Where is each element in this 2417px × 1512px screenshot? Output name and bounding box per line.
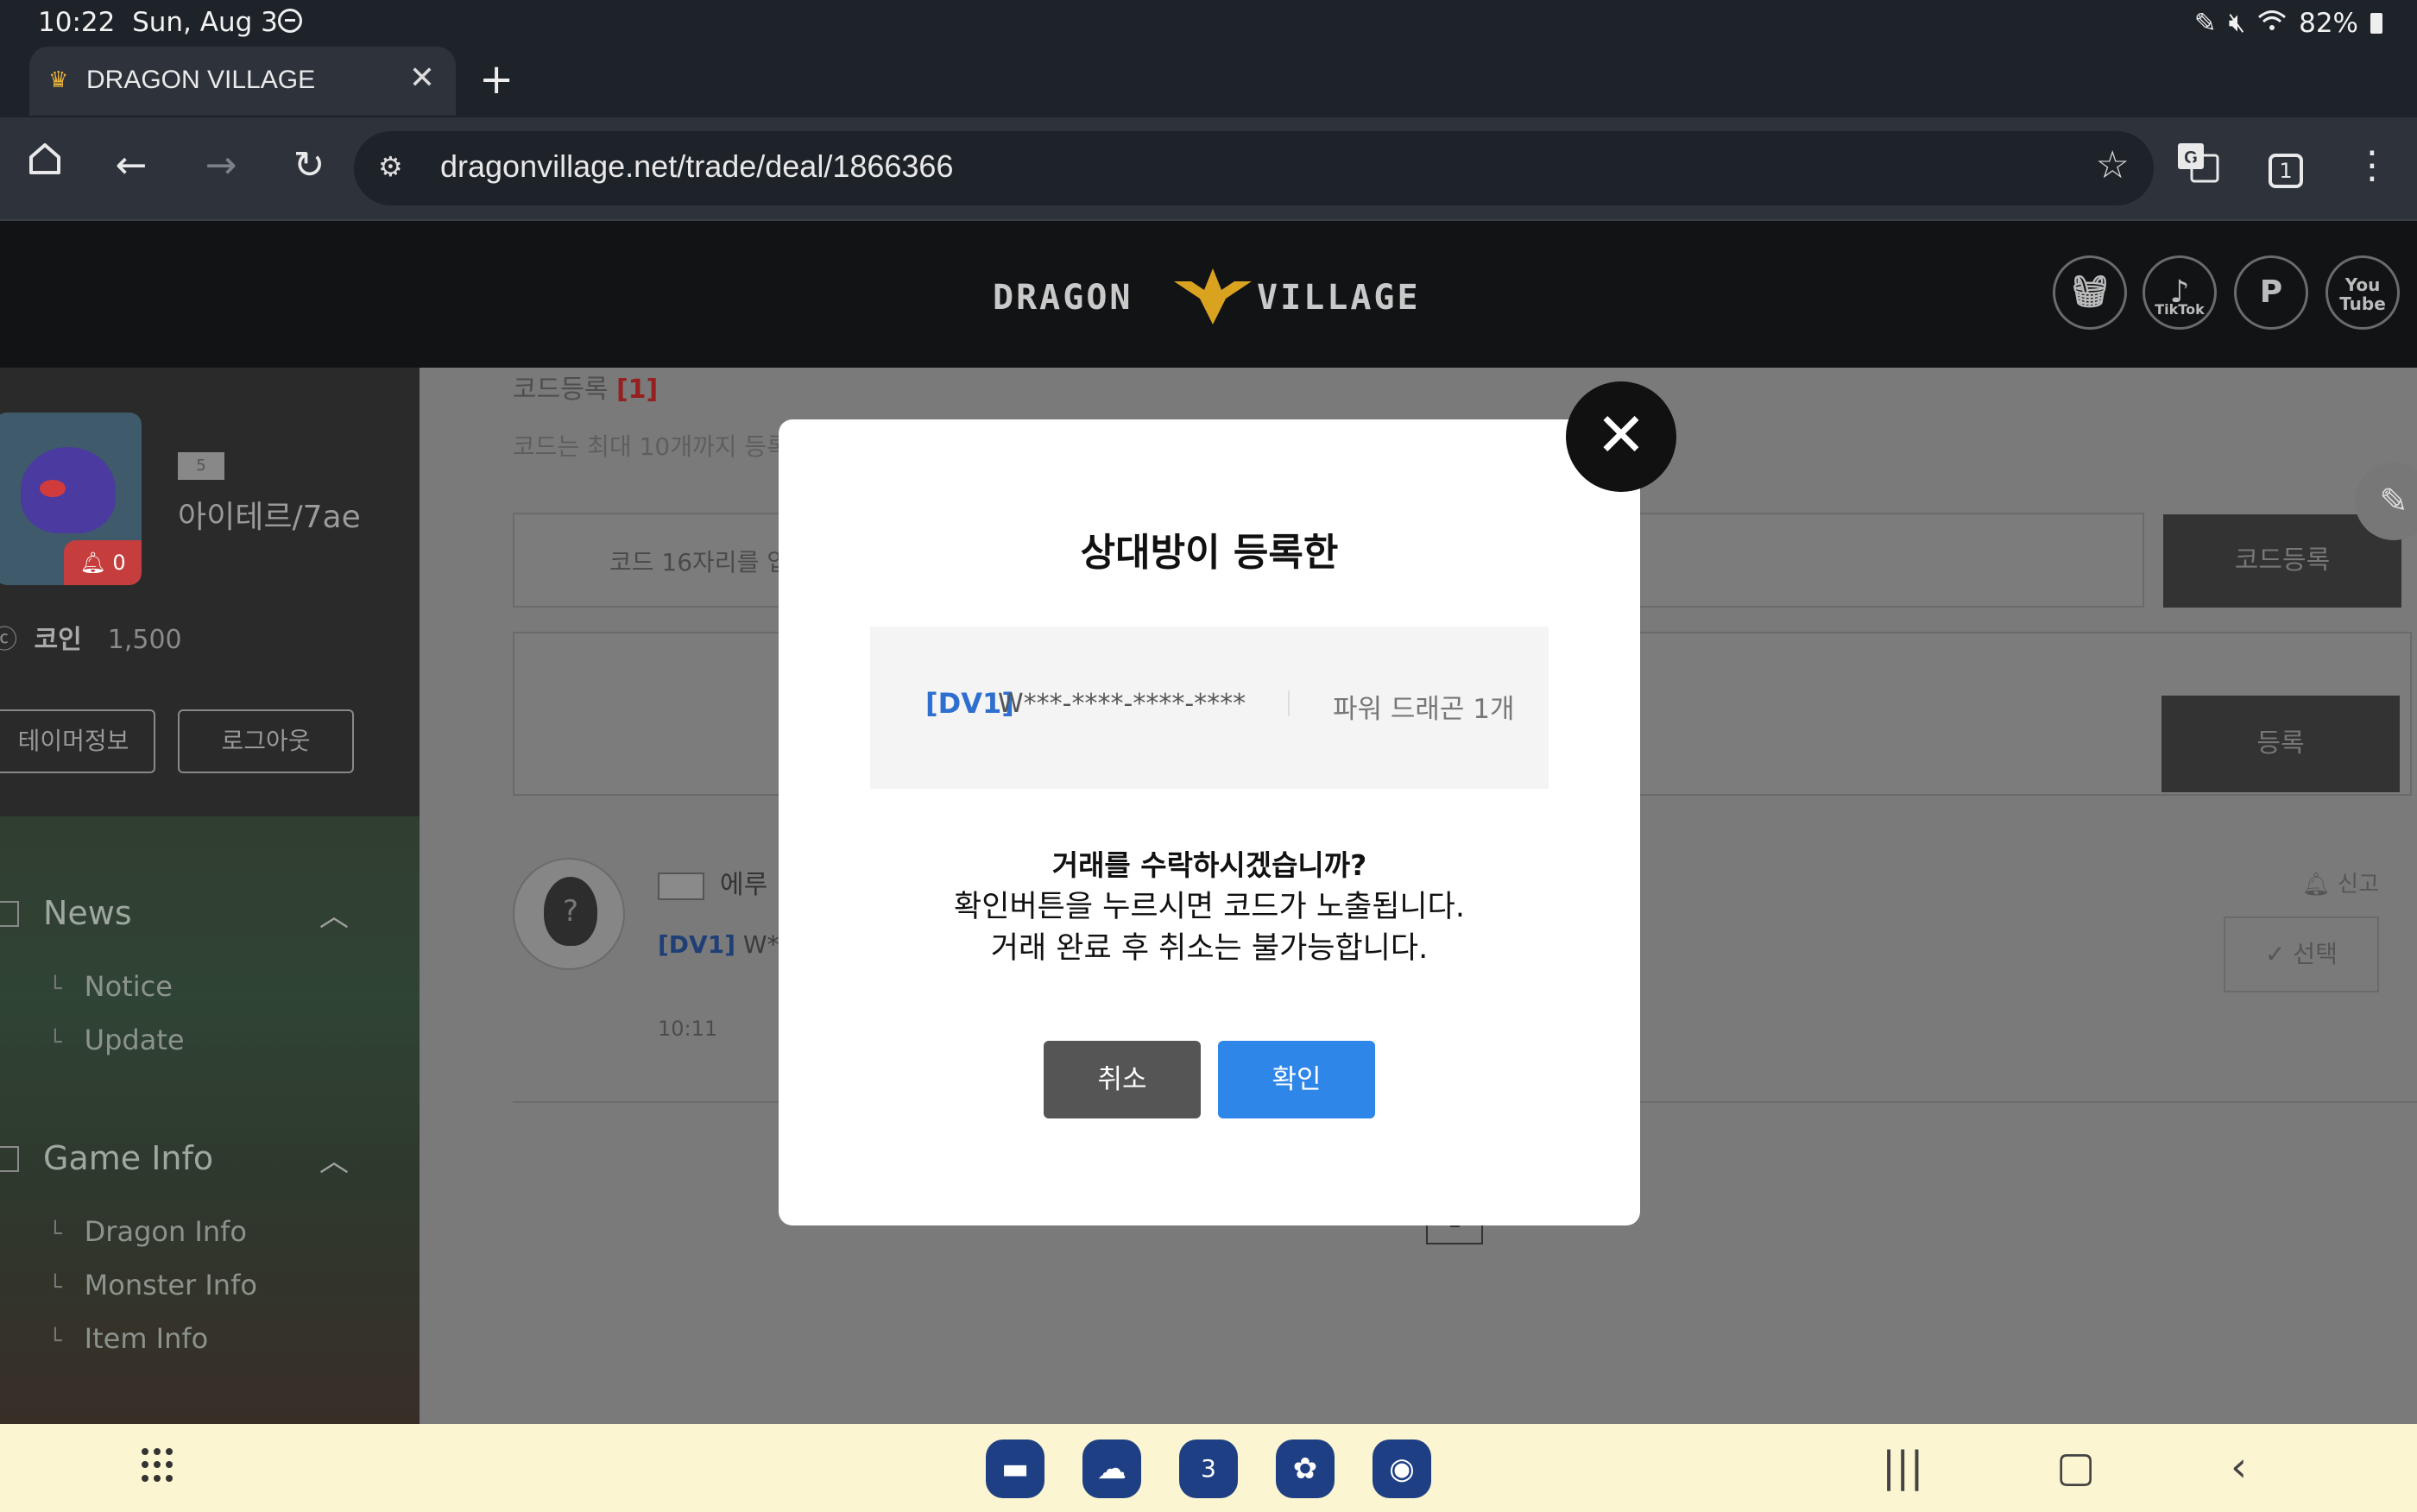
sidebar-item-update[interactable]: └ Update	[48, 1024, 185, 1056]
tab-close-icon[interactable]: ✕	[409, 60, 435, 96]
files-app-icon[interactable]: ▬	[986, 1440, 1044, 1498]
registered-code-box: [DV1] W***-****-****-**** 파워 드래곤 1개	[870, 627, 1549, 789]
page-description: 코드는 최대 10개까지 등록	[513, 432, 789, 461]
browser-tab[interactable]: ♛ DRAGON VILLAGE ✕	[29, 47, 456, 116]
coin-balance: ⓒ 코인 1,500	[0, 618, 182, 656]
dialog-question: 거래를 수락하시겠습니까?	[1051, 848, 1367, 882]
separator	[1288, 690, 1290, 716]
notification-bell-icon[interactable]: 🔔︎ 0	[64, 540, 142, 585]
home-icon[interactable]	[19, 140, 71, 192]
dragon-village-logo[interactable]: DRAGON VILLAGE	[993, 264, 1424, 333]
sidebar: 🔔︎ 0 5 아이테르/7ae ⓒ 코인 1,500 테이머정보 로그아웃 New…	[0, 368, 420, 1424]
battery-icon	[2370, 12, 2382, 34]
close-icon[interactable]: ✕	[1566, 381, 1676, 492]
android-taskbar: ▬ ☁ 3 ✿ ◉ ||| ▢ ‹	[0, 1424, 2417, 1512]
entry-time: 10:11	[658, 1017, 718, 1041]
coin-icon: ⓒ	[0, 625, 17, 655]
select-button[interactable]: ✓ 선택	[2224, 917, 2379, 992]
recents-icon[interactable]: |||	[1882, 1443, 1924, 1491]
report-link[interactable]: 🔔︎ 신고	[2302, 866, 2379, 898]
reload-icon[interactable]: ↻	[283, 140, 335, 192]
entry-avatar: ?	[513, 858, 625, 970]
check-icon: ✓	[2265, 940, 2286, 968]
wifi-icon	[2257, 8, 2287, 39]
app-drawer-icon[interactable]	[142, 1448, 176, 1483]
sidebar-item-item-info[interactable]: └ Item Info	[48, 1322, 208, 1355]
sidebar-item-monster-info[interactable]: └ Monster Info	[48, 1269, 257, 1301]
list-icon	[0, 1146, 19, 1172]
back-icon[interactable]: ←	[105, 140, 157, 192]
confirm-button[interactable]: 확인	[1218, 1041, 1375, 1118]
p-icon[interactable]: P	[2234, 255, 2308, 330]
logo-wing-icon	[1174, 268, 1252, 324]
tab-switcher-icon[interactable]: 1	[2260, 140, 2312, 192]
site-settings-icon[interactable]: ⚙	[378, 150, 413, 185]
url-text[interactable]: dragonvillage.net/trade/deal/1866366	[440, 148, 953, 185]
bookmark-star-icon[interactable]: ☆	[2096, 143, 2130, 187]
dialog-title: 상대방이 등록한	[1080, 531, 1339, 575]
level-badge	[658, 872, 704, 900]
nickname: 아이테르/7ae	[178, 500, 361, 535]
forward-icon[interactable]: →	[195, 140, 247, 192]
more-menu-icon[interactable]: ⋮	[2346, 140, 2398, 192]
tab-strip: ♛ DRAGON VILLAGE ✕ +	[0, 45, 2417, 117]
status-bar: 10:22 Sun, Aug 3 ✎ 🔇︎ 82%	[0, 0, 2417, 45]
shop-basket-icon[interactable]: 🧺︎	[2053, 255, 2127, 330]
camera-app-icon[interactable]: ◉	[1373, 1440, 1431, 1498]
unknown-egg-icon: ?	[544, 877, 597, 946]
battery-level: 82%	[2299, 7, 2358, 39]
page-title: 코드등록 [1]	[513, 375, 659, 405]
siren-icon: 🔔︎	[2301, 872, 2331, 898]
chevron-up-icon[interactable]: ︿	[319, 1137, 349, 1180]
sidebar-item-notice[interactable]: └ Notice	[48, 970, 173, 1003]
translate-icon[interactable]: G	[2172, 140, 2224, 192]
item-name: 파워 드래곤 1개	[1333, 694, 1515, 725]
calendar-app-icon[interactable]: 3	[1179, 1440, 1238, 1498]
do-not-disturb-icon	[278, 9, 302, 33]
favicon-dragon-icon: ♛	[48, 67, 69, 93]
dialog-notice-1: 확인버튼을 누르시면 코드가 노출됩니다.	[954, 890, 1465, 924]
tiktok-icon[interactable]: ♪ TikTok	[2142, 255, 2217, 330]
tamer-info-button[interactable]: 테이머정보	[0, 709, 155, 773]
trade-confirm-dialog: 상대방이 등록한 [DV1] W***-****-****-**** 파워 드래…	[779, 419, 1640, 1225]
pen-icon: ✎	[2193, 7, 2217, 39]
gallery-app-icon[interactable]: ✿	[1276, 1440, 1335, 1498]
chevron-up-icon[interactable]: ︿	[319, 892, 349, 935]
logout-button[interactable]: 로그아웃	[178, 709, 354, 773]
mute-icon: 🔇︎	[2228, 7, 2246, 38]
list-icon	[0, 901, 19, 927]
entry-name: 에루	[658, 863, 767, 901]
register-button[interactable]: 등록	[2161, 696, 2400, 792]
dialog-notice-2: 거래 완료 후 취소는 불가능합니다.	[990, 931, 1429, 966]
new-tab-icon[interactable]: +	[479, 55, 514, 104]
profile-panel: 🔔︎ 0 5 아이테르/7ae ⓒ 코인 1,500 테이머정보 로그아웃	[0, 368, 420, 816]
site-header: DRAGON VILLAGE 🧺︎ ♪ TikTok P You Tube	[0, 221, 2417, 368]
address-bar[interactable]: ⚙ dragonvillage.net/trade/deal/1866366 ☆	[354, 131, 2154, 205]
avatar[interactable]: 🔔︎ 0	[0, 413, 142, 585]
youtube-icon[interactable]: You Tube	[2325, 255, 2400, 330]
home-nav-icon[interactable]: ▢	[2056, 1443, 2095, 1491]
browser-toolbar: ← → ↻ ⚙ dragonvillage.net/trade/deal/186…	[0, 117, 2417, 221]
cancel-button[interactable]: 취소	[1044, 1041, 1201, 1118]
level-badge: 5	[178, 452, 224, 480]
back-nav-icon[interactable]: ‹	[2231, 1443, 2247, 1491]
tab-count: 1	[2269, 154, 2303, 188]
tab-title: DRAGON VILLAGE	[86, 66, 316, 94]
weather-app-icon[interactable]: ☁	[1082, 1440, 1141, 1498]
status-time: 10:22 Sun, Aug 3	[38, 7, 278, 38]
masked-code: W***-****-****-****	[998, 689, 1246, 719]
sidebar-item-dragon-info[interactable]: └ Dragon Info	[48, 1215, 247, 1248]
